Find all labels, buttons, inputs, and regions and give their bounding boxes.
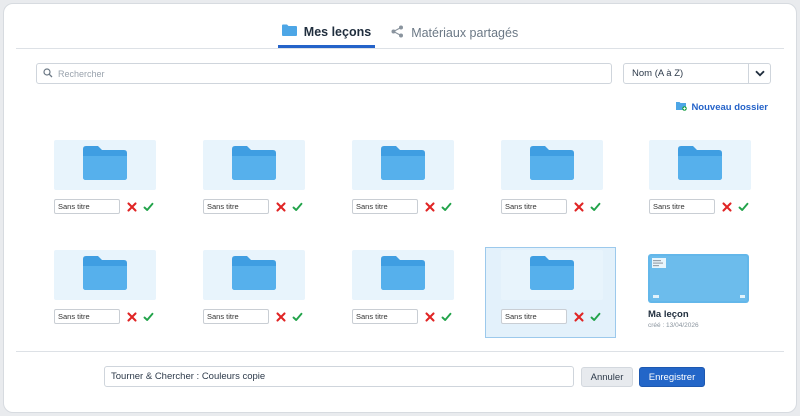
- folder-name-input[interactable]: [501, 199, 567, 214]
- folder-tile[interactable]: [203, 140, 305, 214]
- cancel-rename-icon[interactable]: [126, 311, 137, 322]
- folder-name-row: [203, 309, 305, 324]
- confirm-rename-icon[interactable]: [441, 311, 452, 322]
- confirm-rename-icon[interactable]: [292, 311, 303, 322]
- sort-selected-value: Nom (A à Z): [632, 68, 684, 79]
- cancel-button[interactable]: Annuler: [581, 367, 633, 387]
- confirm-rename-icon[interactable]: [738, 201, 749, 212]
- folder-name-row: [352, 309, 454, 324]
- folder-thumbnail[interactable]: [649, 140, 751, 190]
- folder-thumbnail[interactable]: [352, 140, 454, 190]
- tab-materiaux-partages[interactable]: Matériaux partagés: [387, 18, 522, 48]
- folder-thumbnail[interactable]: [203, 140, 305, 190]
- folder-name-row: [501, 199, 603, 214]
- confirm-rename-icon[interactable]: [143, 201, 154, 212]
- divider: [16, 351, 784, 352]
- chevron-down-icon[interactable]: [748, 64, 770, 83]
- cancel-rename-icon[interactable]: [573, 311, 584, 322]
- lesson-created-date: créé : 13/04/2026: [648, 322, 699, 329]
- folder-tile[interactable]: [203, 250, 305, 324]
- folder-name-row: [54, 199, 156, 214]
- cancel-rename-icon[interactable]: [424, 311, 435, 322]
- folder-tile[interactable]: [352, 250, 454, 324]
- cancel-rename-icon[interactable]: [126, 201, 137, 212]
- new-folder-label: Nouveau dossier: [691, 102, 768, 113]
- tab-mes-lecons[interactable]: Mes leçons: [277, 18, 376, 48]
- save-button[interactable]: Enregistrer: [639, 367, 705, 387]
- search-box: [36, 63, 612, 84]
- folder-thumbnail[interactable]: [352, 250, 454, 300]
- folder-name-input[interactable]: [649, 199, 715, 214]
- folder-icon: [232, 145, 276, 185]
- folder-icon: [281, 24, 297, 39]
- folder-name-row: [54, 309, 156, 324]
- folder-icon: [232, 255, 276, 295]
- folder-thumbnail[interactable]: [54, 140, 156, 190]
- folder-icon: [530, 145, 574, 185]
- confirm-rename-icon[interactable]: [590, 201, 601, 212]
- folder-tile[interactable]: [54, 250, 156, 324]
- folder-thumbnail[interactable]: [54, 250, 156, 300]
- cancel-rename-icon[interactable]: [275, 311, 286, 322]
- tab-bar: Mes leçons Matériaux partagés: [4, 18, 796, 48]
- folder-name-row: [501, 309, 603, 324]
- confirm-rename-icon[interactable]: [292, 201, 303, 212]
- sort-dropdown[interactable]: Nom (A à Z): [623, 63, 771, 84]
- tab-label: Mes leçons: [303, 24, 372, 39]
- lesson-name-input[interactable]: [104, 366, 574, 387]
- folder-name-input[interactable]: [501, 309, 567, 324]
- folder-name-input[interactable]: [352, 199, 418, 214]
- folder-name-row: [352, 199, 454, 214]
- folder-name-input[interactable]: [54, 309, 120, 324]
- folder-tile[interactable]: [649, 140, 751, 214]
- confirm-rename-icon[interactable]: [441, 201, 452, 212]
- folder-name-input[interactable]: [203, 199, 269, 214]
- folder-name-input[interactable]: [54, 199, 120, 214]
- folder-name-row: [649, 199, 751, 214]
- folder-tile[interactable]: [352, 140, 454, 214]
- folder-thumbnail[interactable]: [501, 250, 603, 300]
- folder-tile[interactable]: [54, 140, 156, 214]
- folder-plus-icon: [676, 101, 688, 114]
- divider: [16, 48, 784, 49]
- lesson-thumbnail[interactable]: [648, 254, 749, 303]
- cancel-rename-icon[interactable]: [424, 201, 435, 212]
- app-window: Mes leçons Matériaux partagés Nom (A à Z…: [3, 3, 797, 413]
- cancel-rename-icon[interactable]: [275, 201, 286, 212]
- folder-thumbnail[interactable]: [501, 140, 603, 190]
- folder-thumbnail[interactable]: [203, 250, 305, 300]
- cancel-rename-icon[interactable]: [573, 201, 584, 212]
- search-input[interactable]: [58, 68, 611, 79]
- folder-icon: [678, 145, 722, 185]
- folder-icon: [381, 255, 425, 295]
- folder-icon: [530, 255, 574, 295]
- cancel-rename-icon[interactable]: [721, 201, 732, 212]
- confirm-rename-icon[interactable]: [590, 311, 601, 322]
- folder-tile[interactable]: [501, 250, 603, 324]
- new-folder-button[interactable]: Nouveau dossier: [676, 101, 768, 114]
- folder-icon: [83, 255, 127, 295]
- folder-tile[interactable]: [501, 140, 603, 214]
- tab-label: Matériaux partagés: [411, 26, 519, 40]
- share-icon: [391, 25, 404, 41]
- confirm-rename-icon[interactable]: [143, 311, 154, 322]
- folder-icon: [83, 145, 127, 185]
- lesson-title[interactable]: Ma leçon: [648, 309, 689, 320]
- folder-name-input[interactable]: [203, 309, 269, 324]
- folder-icon: [381, 145, 425, 185]
- folder-name-row: [203, 199, 305, 214]
- folder-name-input[interactable]: [352, 309, 418, 324]
- search-icon: [43, 65, 53, 83]
